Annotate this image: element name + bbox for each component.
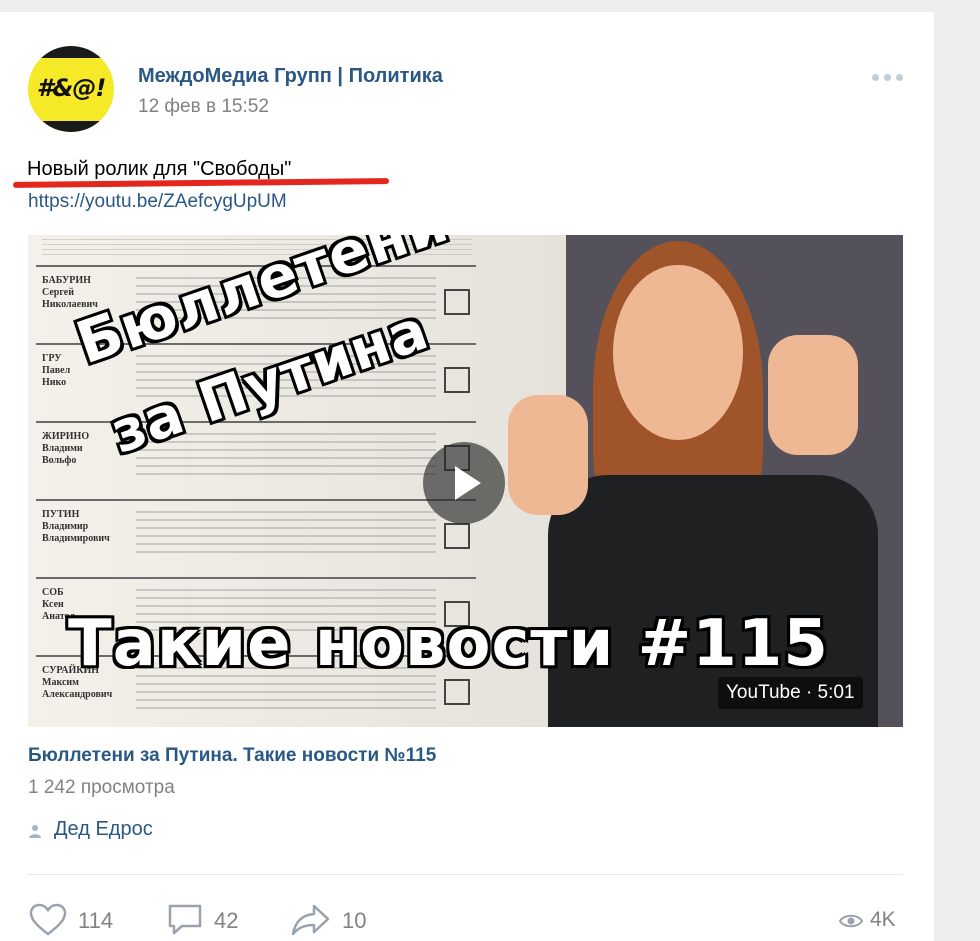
eye-icon [838,914,864,928]
share-icon [291,904,330,936]
thumbnail-title-line3: Такие новости #115 [68,607,829,681]
comment-icon [168,904,202,935]
divider [28,874,903,875]
share-count: 10 [342,908,367,933]
post-text: Новый ролик для "Свободы" [27,158,292,180]
ballot-row-text [136,511,436,559]
video-views: 1 242 просмотра [28,777,175,798]
post-author-link[interactable]: МеждоМедиа Групп | Политика [138,65,443,88]
person-icon [29,825,41,838]
play-icon[interactable] [423,442,505,524]
ballot-checkbox [444,523,470,549]
like-count: 114 [78,908,114,933]
thumbs-up-right [768,335,858,455]
views-count: 4K [870,908,896,931]
ballot-candidate-name: ПУТИН Владимир Владимирович [42,509,110,544]
ballot-candidate-name: ЖИРИНО Владими Вольфо [42,431,90,466]
video-thumbnail[interactable]: БАБУРИН Сергей Николаевич ГРУ Павел Нико… [28,235,903,727]
ballot-checkbox [444,289,470,315]
comment-count: 42 [214,908,239,933]
video-title-link[interactable]: Бюллетени за Путина. Такие новости №115 [28,745,436,767]
ballot-row: ЖИРИНО Владими Вольфо [36,421,476,497]
more-options-icon[interactable] [868,68,908,88]
signer-name: Дед Едрос [54,818,153,840]
heart-icon [29,903,67,936]
duration-badge: YouTube · 5:01 [718,677,863,709]
presenter-face [613,265,743,440]
ballot-checkbox [444,679,470,705]
group-avatar[interactable]: #&@! [28,46,114,132]
post-link[interactable]: https://youtu.be/ZAefcygUpUM [28,191,287,213]
avatar-logo-text: #&@! [36,74,107,102]
ballot-checkbox [444,367,470,393]
thumbs-up-left [508,395,588,515]
ballot-row: ПУТИН Владимир Владимирович [36,499,476,575]
post-card: #&@! МеждоМедиа Групп | Политика 12 фев … [0,12,934,941]
post-date[interactable]: 12 фев в 15:52 [138,96,269,118]
